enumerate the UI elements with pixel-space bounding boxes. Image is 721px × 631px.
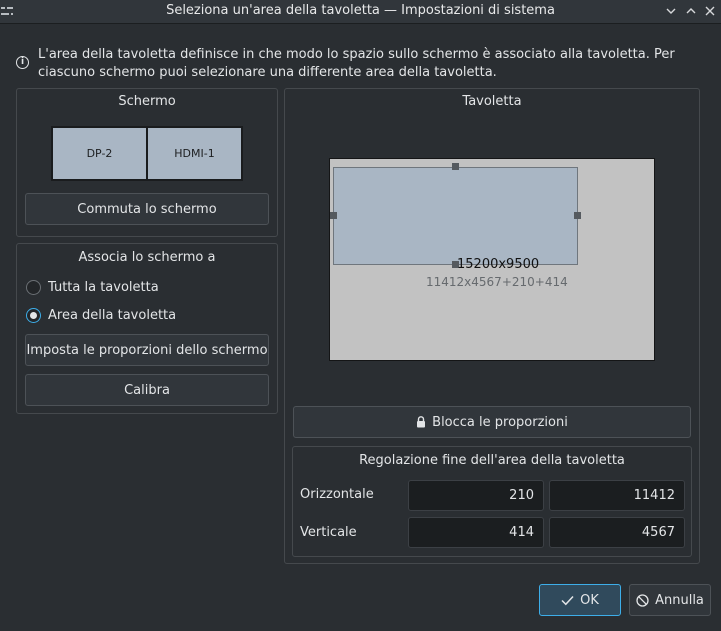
monitor-dp2[interactable]: DP-2: [51, 126, 148, 181]
tablet-panel-title: Tavoletta: [462, 94, 522, 109]
toggle-screen-button[interactable]: Commuta lo schermo: [25, 193, 269, 225]
vertical-size-field[interactable]: 4567: [549, 517, 685, 548]
left-handle[interactable]: [330, 212, 337, 219]
chevron-down-icon[interactable]: [663, 3, 679, 19]
ok-button[interactable]: OK: [539, 584, 621, 616]
top-handle[interactable]: [452, 163, 459, 170]
tablet-full-size: 15200x9500: [457, 257, 540, 272]
radio-whole-tablet-label: Tutta la tavoletta: [48, 280, 159, 295]
vertical-offset-field[interactable]: 414: [408, 517, 544, 548]
screen-panel-title: Schermo: [118, 94, 176, 109]
map-panel-title: Associa lo schermo a: [78, 250, 216, 265]
cancel-icon: [636, 593, 649, 607]
horizontal-size-field[interactable]: 11412: [549, 480, 685, 511]
monitor-hdmi1[interactable]: HDMI-1: [146, 126, 243, 181]
lock-proportions-label: Blocca le proporzioni: [432, 414, 568, 430]
right-handle[interactable]: [574, 212, 581, 219]
lock-icon: [416, 416, 426, 428]
cancel-button[interactable]: Annulla: [629, 584, 711, 616]
tablet-area-rect[interactable]: [333, 167, 578, 265]
fine-tune-title: Regolazione fine dell'area della tavolet…: [359, 453, 625, 468]
vertical-label: Verticale: [300, 525, 357, 540]
radio-tablet-area[interactable]: [26, 308, 41, 323]
horizontal-label: Orizzontale: [300, 487, 374, 502]
info-icon: i: [16, 56, 29, 69]
radio-whole-tablet[interactable]: [26, 280, 41, 295]
window-title: Seleziona un'area della tavoletta — Impo…: [166, 3, 555, 18]
lock-proportions-button[interactable]: Blocca le proporzioni: [293, 406, 691, 438]
tablet-area-geometry: 11412x4567+210+414: [426, 275, 568, 289]
chevron-up-icon[interactable]: [683, 3, 699, 19]
calibrate-button[interactable]: Calibra: [25, 374, 269, 406]
ok-label: OK: [580, 592, 599, 608]
horizontal-offset-field[interactable]: 210: [408, 480, 544, 511]
radio-tablet-area-label: Area della tavoletta: [48, 308, 177, 323]
close-icon[interactable]: [702, 3, 718, 19]
cancel-label: Annulla: [655, 592, 704, 608]
set-proportions-button[interactable]: Imposta le proporzioni dello schermo: [25, 334, 269, 366]
checkmark-icon: [561, 595, 574, 606]
info-message: L'area della tavoletta definisce in che …: [38, 47, 675, 80]
